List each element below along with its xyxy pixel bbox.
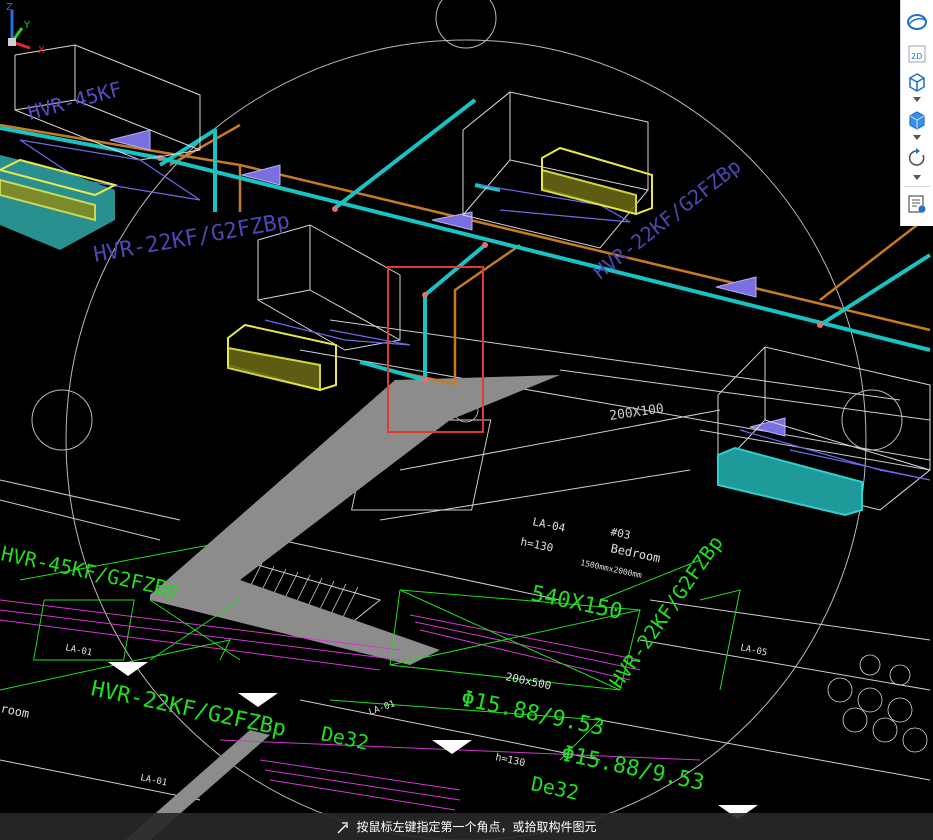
label-room-no: #03 [609, 525, 631, 542]
label-h: h=130 [494, 752, 526, 769]
axis-x-label: X [38, 45, 45, 56]
rotate-dropdown-caret[interactable] [912, 174, 922, 182]
label-room-left: room [0, 701, 31, 721]
toolbar-divider [904, 186, 930, 187]
label-code-small-3: LA-01 [139, 773, 168, 788]
scene-canvas[interactable]: HVR-45KF HVR-22KF/G2FZBp HVR-22KF/G2FZBp… [0, 0, 933, 840]
label-pipe-diam-1: Φ15.88/9.53 [459, 686, 607, 741]
chevron-down-icon [913, 135, 921, 140]
label-code-small-2: LA-01 [368, 699, 397, 718]
label-pipe-right: HVR-22KF/G2FZBp [588, 154, 745, 284]
floor-slab-path [150, 375, 560, 665]
label-room-height: h=130 [519, 535, 554, 555]
shaded-cube-button[interactable] [905, 108, 929, 132]
label-duct-size-3: 200x500 [504, 670, 552, 692]
axis-z-label: Z [6, 2, 13, 13]
label-code-small-4: LA-05 [739, 643, 768, 658]
label-room-name: Bedroom [609, 541, 661, 565]
label-room-size: 1500mmx2000mm [580, 558, 643, 580]
view-dropdown-caret[interactable] [912, 96, 922, 104]
shade-dropdown-caret[interactable] [912, 134, 922, 142]
rotate-icon [908, 148, 925, 166]
ac-unit-top-right[interactable] [541, 146, 653, 216]
label-duct-size-2: 540X150 [529, 581, 625, 625]
chevron-down-icon [913, 97, 921, 102]
rotate-view-button[interactable] [905, 146, 929, 170]
orbit-icon [907, 14, 927, 30]
ac-unit-top-left[interactable] [0, 155, 118, 250]
label-pipe-mid-left: HVR-22KF/G2FZBp [92, 209, 292, 268]
label-code-small-1: LA-01 [64, 643, 93, 658]
label-room-code: LA-04 [531, 515, 566, 535]
view-2d-button[interactable]: 2D [905, 42, 929, 66]
view-toolbar: 2D [900, 0, 933, 226]
axis-y-label: Y [23, 20, 31, 31]
label-green-pipe-2: HVR-22KF/G2FZBp [89, 676, 289, 742]
view-2d-icon: 2D [908, 45, 926, 63]
label-pipe-diam-2: Φ15.88/9.53 [559, 741, 707, 796]
axis-gizmo: Z Y X [6, 2, 45, 56]
cube-solid-icon [909, 111, 925, 130]
ac-unit-mid-left[interactable] [227, 323, 337, 392]
command-prompt-text: 按鼠标左键指定第一个角点，或拾取构件图元 [356, 820, 597, 834]
properties-list-button[interactable] [905, 192, 929, 216]
label-green-pipe-1: HVR-45KF/G2FZBp [0, 541, 181, 602]
3d-viewport[interactable]: HVR-45KF HVR-22KF/G2FZBp HVR-22KF/G2FZBp… [0, 0, 933, 840]
chevron-down-icon [913, 175, 921, 180]
command-prompt-bar: 按鼠标左键指定第一个角点，或拾取构件图元 [0, 813, 933, 840]
orbit-handle-left[interactable] [31, 389, 93, 451]
label-drain-2: De32 [529, 771, 581, 804]
cube-outline-icon [909, 73, 925, 92]
view-3d-cube-button[interactable] [905, 70, 929, 94]
cursor-pick-icon [336, 819, 352, 835]
list-settings-icon [908, 195, 926, 213]
svg-text:2D: 2D [911, 52, 922, 61]
orbit-view-button[interactable] [905, 10, 929, 34]
ac-unit-right[interactable] [717, 446, 863, 517]
label-drain-1: De32 [319, 721, 371, 754]
